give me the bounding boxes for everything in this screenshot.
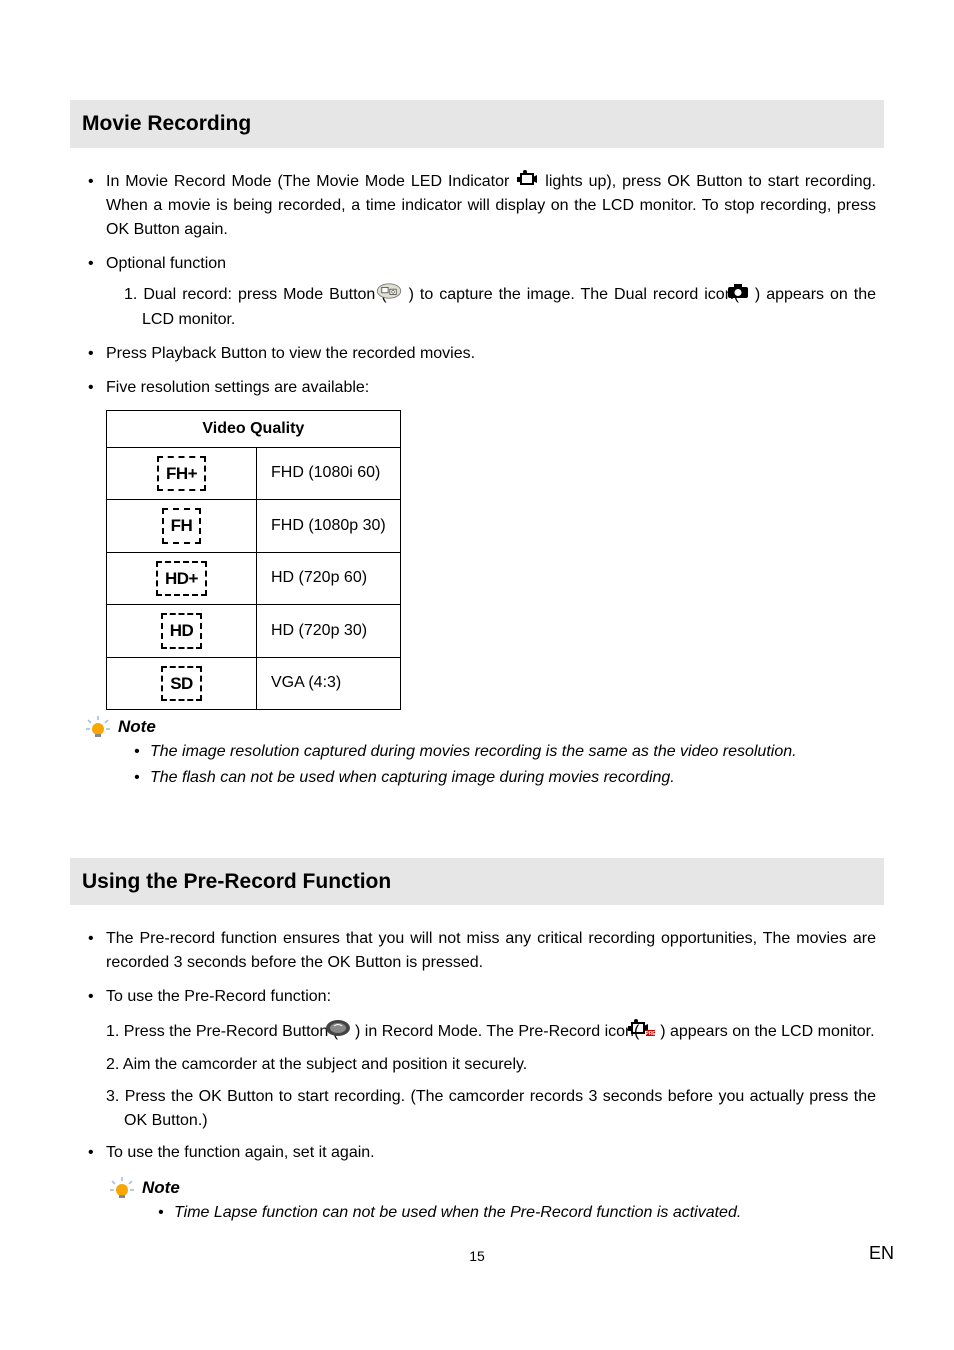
note-item: The image resolution captured during mov… <box>134 740 876 764</box>
dual-record-camera-icon <box>745 283 749 307</box>
step-3: 3. Press the OK Button to start recordin… <box>106 1085 876 1133</box>
pre-record-mode-icon: PRE <box>644 1019 656 1045</box>
quality-label: FHD (1080i 60) <box>257 447 401 500</box>
bullet-use-again: To use the function again, set it again. <box>88 1141 876 1165</box>
table-row: FH FHD (1080p 30) <box>107 500 401 553</box>
bullet-optional-function: Optional function 1. Dual record: press … <box>88 252 876 332</box>
lightbulb-icon <box>84 714 112 742</box>
step-2: 2. Aim the camcorder at the subject and … <box>106 1053 876 1077</box>
quality-label: VGA (4:3) <box>257 657 401 710</box>
pre-record-button-icon <box>343 1019 351 1045</box>
note-block-2: Note Time Lapse function can not be used… <box>108 1175 876 1227</box>
table-row: HD HD (720p 30) <box>107 605 401 658</box>
quality-icon-fh-plus: FH+ <box>157 456 206 492</box>
bullet-playback: Press Playback Button to view the record… <box>88 342 876 366</box>
quality-icon-fh: FH <box>162 508 202 544</box>
bullet-prerecord-use: To use the Pre-Record function: <box>88 985 876 1009</box>
table-row: HD+ HD (720p 60) <box>107 552 401 605</box>
quality-icon-hd-plus: HD+ <box>156 561 207 597</box>
section1-content: In Movie Record Mode (The Movie Mode LED… <box>70 170 884 822</box>
note-item: Time Lapse function can not be used when… <box>158 1201 876 1225</box>
bullet-prerecord-intro: The Pre-record function ensures that you… <box>88 927 876 975</box>
section-header-movie-recording: Movie Recording <box>70 100 884 148</box>
note-title: Note <box>142 1175 876 1201</box>
language-label: EN <box>869 1240 894 1267</box>
bullet-movie-mode: In Movie Record Mode (The Movie Mode LED… <box>88 170 876 242</box>
section-title: Movie Recording <box>82 108 872 140</box>
table-row: FH+ FHD (1080i 60) <box>107 447 401 500</box>
note-title: Note <box>118 714 876 740</box>
step-1: 1. Press the Pre-Record Button ( ) in Re… <box>106 1019 876 1045</box>
mode-button-icon <box>393 282 403 308</box>
video-quality-table: Video Quality FH+ FHD (1080i 60) FH FHD … <box>106 410 401 711</box>
note-item: The flash can not be used when capturing… <box>134 766 876 790</box>
note-block-1: Note The image resolution captured durin… <box>84 714 876 792</box>
quality-icon-hd: HD <box>161 613 203 649</box>
camcorder-led-icon <box>515 170 539 194</box>
quality-label: FHD (1080p 30) <box>257 500 401 553</box>
section-title: Using the Pre-Record Function <box>82 866 872 898</box>
section-header-pre-record: Using the Pre-Record Function <box>70 858 884 906</box>
quality-label: HD (720p 30) <box>257 605 401 658</box>
quality-label: HD (720p 60) <box>257 552 401 605</box>
quality-icon-sd: SD <box>161 666 202 702</box>
footer: 15 EN <box>0 1246 954 1267</box>
bullet-resolutions: Five resolution settings are available: <box>88 376 876 400</box>
section2-content: The Pre-record function ensures that you… <box>70 927 884 1257</box>
svg-text:PRE: PRE <box>645 1031 656 1037</box>
lightbulb-icon <box>108 1175 136 1203</box>
table-header: Video Quality <box>107 410 401 447</box>
page-number: 15 <box>0 1246 954 1267</box>
table-row: SD VGA (4:3) <box>107 657 401 710</box>
subbullet-dual-record: 1. Dual record: press Mode Button ( ) to… <box>124 282 876 332</box>
